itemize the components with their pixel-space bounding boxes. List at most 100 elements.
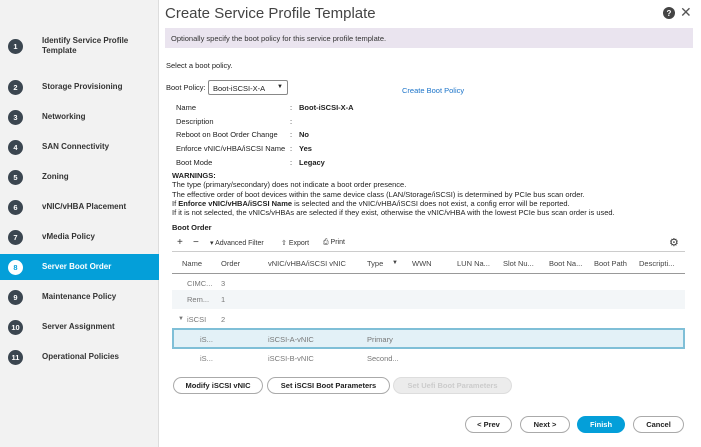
column-header[interactable]: Name — [182, 259, 202, 268]
step-label: vNIC/vHBA Placement — [42, 202, 127, 211]
step-label: SAN Connectivity — [42, 142, 110, 151]
warning-line: The type (primary/secondary) does not in… — [172, 180, 407, 189]
step-label: Maintenance Policy — [42, 292, 117, 301]
export-button[interactable]: ⇧ Export — [281, 239, 309, 247]
cell-type: Second... — [367, 354, 399, 363]
detail-sep: : — [290, 103, 293, 112]
select-boot-policy-prompt: Select a boot policy. — [166, 61, 233, 70]
step-server-assignment[interactable]: 10 Server Assignment — [0, 314, 159, 340]
set-uefi-boot-parameters-button[interactable]: Set Uefi Boot Parameters — [393, 377, 512, 394]
step-number: 8 — [8, 259, 23, 275]
step-label: Server Boot Order — [42, 262, 112, 271]
cell-order: 1 — [221, 295, 226, 304]
finish-button[interactable]: Finish — [577, 416, 625, 433]
detail-sep: : — [290, 117, 293, 126]
detail-label-description: Description — [176, 117, 214, 126]
step-vmedia-policy[interactable]: 7 vMedia Policy — [0, 224, 159, 250]
step-operational-policies[interactable]: 11 Operational Policies — [0, 344, 159, 370]
detail-label-boot-mode: Boot Mode — [176, 158, 213, 167]
chevron-down-icon: ▼ — [277, 84, 283, 90]
step-number: 4 — [8, 139, 23, 155]
cell-type: Primary — [367, 335, 393, 344]
remove-button[interactable]: − — [193, 237, 199, 248]
warning-line: The effective order of boot devices with… — [172, 190, 585, 199]
create-boot-policy-link[interactable]: Create Boot Policy — [402, 86, 464, 95]
expand-icon[interactable]: ▼ — [178, 316, 184, 322]
detail-label-reboot: Reboot on Boot Order Change — [176, 130, 278, 139]
warning-text: is selected and the vNIC/vHBA/iSCSI does… — [292, 199, 570, 208]
step-san-connectivity[interactable]: 4 SAN Connectivity — [0, 134, 159, 160]
step-label: Storage Provisioning — [42, 82, 123, 91]
detail-sep: : — [290, 130, 293, 139]
step-number: 3 — [8, 109, 23, 125]
detail-value-reboot: No — [299, 130, 309, 139]
print-icon: ⎙ — [323, 239, 331, 246]
dialog-title: Create Service Profile Template — [165, 5, 376, 22]
step-number: 6 — [8, 199, 23, 215]
cell-vnic: iSCSI-A-vNIC — [268, 335, 314, 344]
step-storage-provisioning[interactable]: 2 Storage Provisioning — [0, 74, 159, 100]
cell-name: CIMC... — [187, 279, 213, 288]
warning-line: If it is not selected, the vNICs/vHBAs a… — [172, 208, 615, 217]
table-toolbar: + − ▾ Advanced Filter ⇧ Export ⎙ Print ⚙ — [172, 235, 685, 252]
step-maintenance-policy[interactable]: 9 Maintenance Policy — [0, 284, 159, 310]
warning-emphasis: Enforce vNIC/vHBA/iSCSI Name — [178, 199, 293, 208]
detail-value-enforce: Yes — [299, 144, 312, 153]
column-header[interactable]: Boot Na... — [549, 259, 582, 268]
step-number: 5 — [8, 169, 23, 185]
step-zoning[interactable]: 5 Zoning — [0, 164, 159, 190]
column-header[interactable]: WWN — [412, 259, 432, 268]
detail-label-name: Name — [176, 103, 197, 112]
cell-order: 2 — [221, 315, 226, 324]
step-server-boot-order[interactable]: 8 Server Boot Order — [0, 254, 159, 280]
boot-policy-select[interactable]: Boot-iSCSI-X-A ▼ — [208, 80, 288, 95]
close-icon[interactable]: ✕ — [680, 4, 692, 21]
detail-value-name: Boot-iSCSI-X-A — [299, 103, 354, 112]
step-label: Identify Service Profile Template — [42, 36, 129, 55]
boot-policy-label: Boot Policy: — [166, 83, 206, 92]
table-row[interactable]: Rem... 1 — [172, 290, 685, 309]
boot-order-table: + − ▾ Advanced Filter ⇧ Export ⎙ Print ⚙… — [172, 235, 685, 367]
table-row[interactable]: ▼ iSCSI 2 — [172, 310, 685, 329]
column-header[interactable]: Order — [221, 259, 240, 268]
table-header: Name Order vNIC/vHBA/iSCSI vNIC Type ▼ W… — [172, 252, 685, 274]
column-header[interactable]: Descripti... — [639, 259, 674, 268]
column-header[interactable]: LUN Na... — [457, 259, 490, 268]
print-button[interactable]: ⎙ Print — [323, 239, 345, 247]
export-label: Export — [288, 240, 310, 247]
cell-vnic: iSCSI-B-vNIC — [268, 354, 314, 363]
column-header[interactable]: vNIC/vHBA/iSCSI vNIC — [268, 259, 346, 268]
column-header[interactable]: Type — [367, 259, 383, 268]
cell-name: iS... — [200, 354, 213, 363]
modify-iscsi-vnic-button[interactable]: Modify iSCSI vNIC — [173, 377, 263, 394]
table-row[interactable]: iS... iSCSI-B-vNIC Second... — [172, 349, 685, 368]
help-icon[interactable]: ? — [663, 7, 675, 19]
step-networking[interactable]: 3 Networking — [0, 104, 159, 130]
step-vnic-vhba-placement[interactable]: 6 vNIC/vHBA Placement — [0, 194, 159, 220]
add-button[interactable]: + — [177, 237, 183, 248]
cancel-button[interactable]: Cancel — [633, 416, 684, 433]
step-label: Networking — [42, 112, 86, 121]
prev-button[interactable]: < Prev — [465, 416, 512, 433]
gear-icon[interactable]: ⚙ — [669, 236, 679, 249]
step-number: 10 — [8, 319, 23, 335]
table-row-selected[interactable]: iS... iSCSI-A-vNIC Primary — [172, 328, 685, 349]
warning-line: If Enforce vNIC/vHBA/iSCSI Name is selec… — [172, 199, 570, 208]
export-icon: ⇧ — [281, 240, 289, 247]
step-number: 7 — [8, 229, 23, 245]
cell-name: iS... — [200, 335, 213, 344]
step-number: 2 — [8, 79, 23, 95]
step-label: Operational Policies — [42, 352, 119, 361]
print-label: Print — [330, 239, 345, 246]
sort-icon[interactable]: ▼ — [392, 260, 398, 266]
step-label: vMedia Policy — [42, 232, 95, 241]
step-identify-service-profile-template[interactable]: 1 Identify Service Profile Template — [0, 33, 159, 59]
advanced-filter-label: Advanced Filter — [215, 240, 264, 247]
column-header[interactable]: Boot Path — [594, 259, 627, 268]
next-button[interactable]: Next > — [520, 416, 570, 433]
advanced-filter-button[interactable]: ▾ Advanced Filter — [210, 239, 264, 247]
set-iscsi-boot-parameters-button[interactable]: Set iSCSI Boot Parameters — [267, 377, 390, 394]
column-header[interactable]: Slot Nu... — [503, 259, 534, 268]
detail-sep: : — [290, 144, 293, 153]
boot-order-title: Boot Order — [172, 223, 212, 232]
